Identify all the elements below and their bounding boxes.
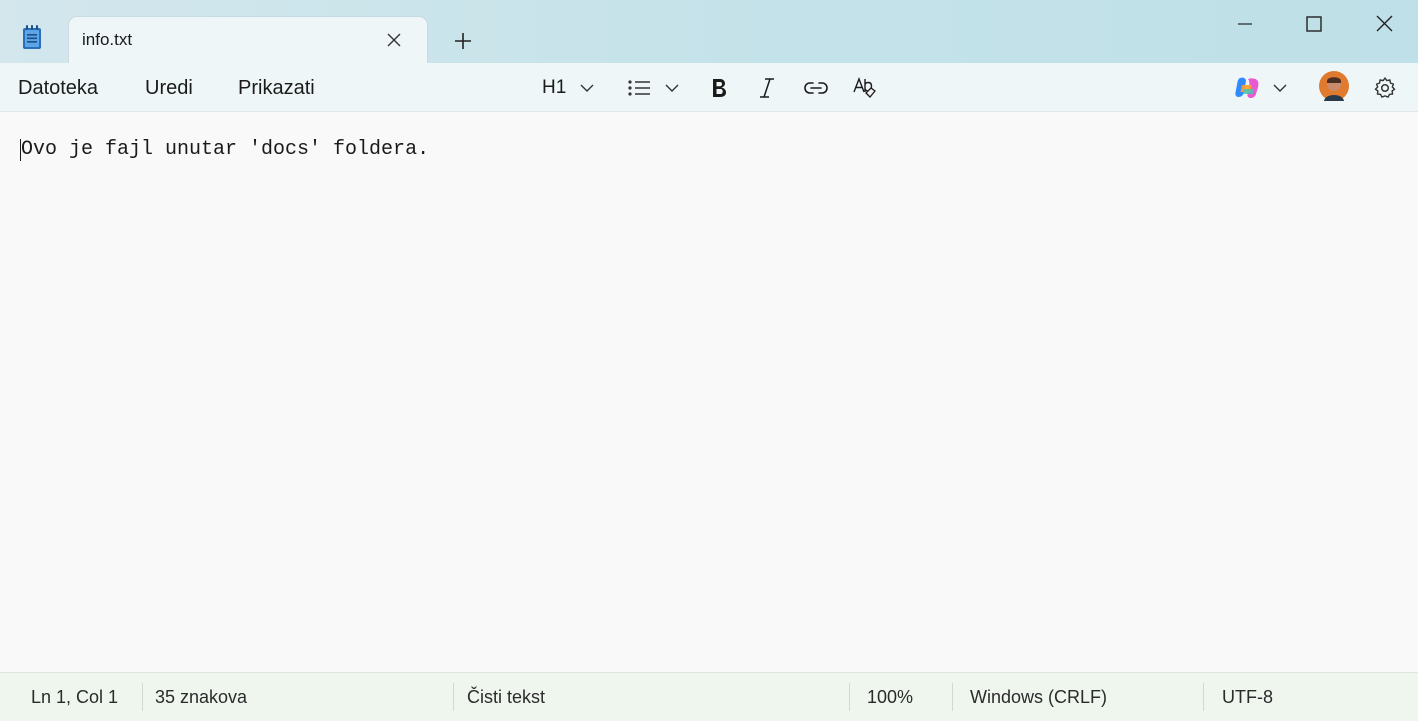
- encoding[interactable]: UTF-8: [1222, 687, 1273, 708]
- link-icon: [804, 82, 828, 94]
- copilot-dropdown[interactable]: [1233, 73, 1287, 103]
- title-bar: info.txt: [0, 0, 1418, 63]
- italic-button[interactable]: [756, 73, 778, 103]
- menu-edit[interactable]: Uredi: [145, 77, 193, 100]
- status-divider: [952, 683, 953, 711]
- tab-title: info.txt: [82, 30, 133, 49]
- copilot-icon: [1235, 77, 1259, 98]
- cursor-position[interactable]: Ln 1, Col 1: [31, 687, 118, 708]
- chevron-down-icon: [1273, 84, 1287, 92]
- text-editor[interactable]: Ovo je fajl unutar 'docs' foldera.: [0, 112, 1418, 672]
- chevron-down-icon: [580, 84, 594, 92]
- close-window-icon[interactable]: [1361, 10, 1407, 40]
- bold-button[interactable]: [708, 73, 730, 103]
- status-divider: [142, 683, 143, 711]
- clear-formatting-button[interactable]: [852, 73, 878, 103]
- line-ending[interactable]: Windows (CRLF): [970, 687, 1107, 708]
- plus-icon[interactable]: [450, 28, 476, 54]
- clear-formatting-icon: [853, 77, 876, 98]
- heading-dropdown[interactable]: H1: [542, 73, 594, 103]
- chevron-down-icon: [665, 84, 679, 92]
- menu-file[interactable]: Datoteka: [18, 77, 98, 100]
- notepad-icon: [20, 24, 44, 50]
- menu-bar: Datoteka Uredi Prikazati H1: [0, 63, 1418, 112]
- tab-info-txt[interactable]: info.txt: [69, 17, 427, 63]
- maximize-icon[interactable]: [1291, 10, 1337, 40]
- character-count: 35 znakova: [155, 687, 248, 707]
- heading-label: H1: [542, 77, 567, 98]
- gear-icon[interactable]: [1373, 73, 1397, 103]
- avatar[interactable]: [1319, 71, 1349, 101]
- minimize-icon[interactable]: [1222, 10, 1268, 40]
- list-icon: [628, 80, 650, 96]
- italic-icon: [760, 78, 774, 98]
- status-divider: [849, 683, 850, 711]
- format-indicator[interactable]: Čisti tekst: [467, 687, 545, 708]
- status-bar: Ln 1, Col 1 35 znakova Čisti tekst 100% …: [0, 672, 1418, 721]
- editor-content[interactable]: Ovo je fajl unutar 'docs' foldera.: [21, 138, 429, 161]
- status-divider: [453, 683, 454, 711]
- zoom-level[interactable]: 100%: [867, 687, 913, 708]
- close-icon[interactable]: [383, 29, 405, 51]
- status-divider: [1203, 683, 1204, 711]
- bold-icon: [713, 79, 726, 97]
- menu-view[interactable]: Prikazati: [238, 77, 315, 100]
- link-button[interactable]: [803, 73, 829, 103]
- list-dropdown[interactable]: [627, 73, 679, 103]
